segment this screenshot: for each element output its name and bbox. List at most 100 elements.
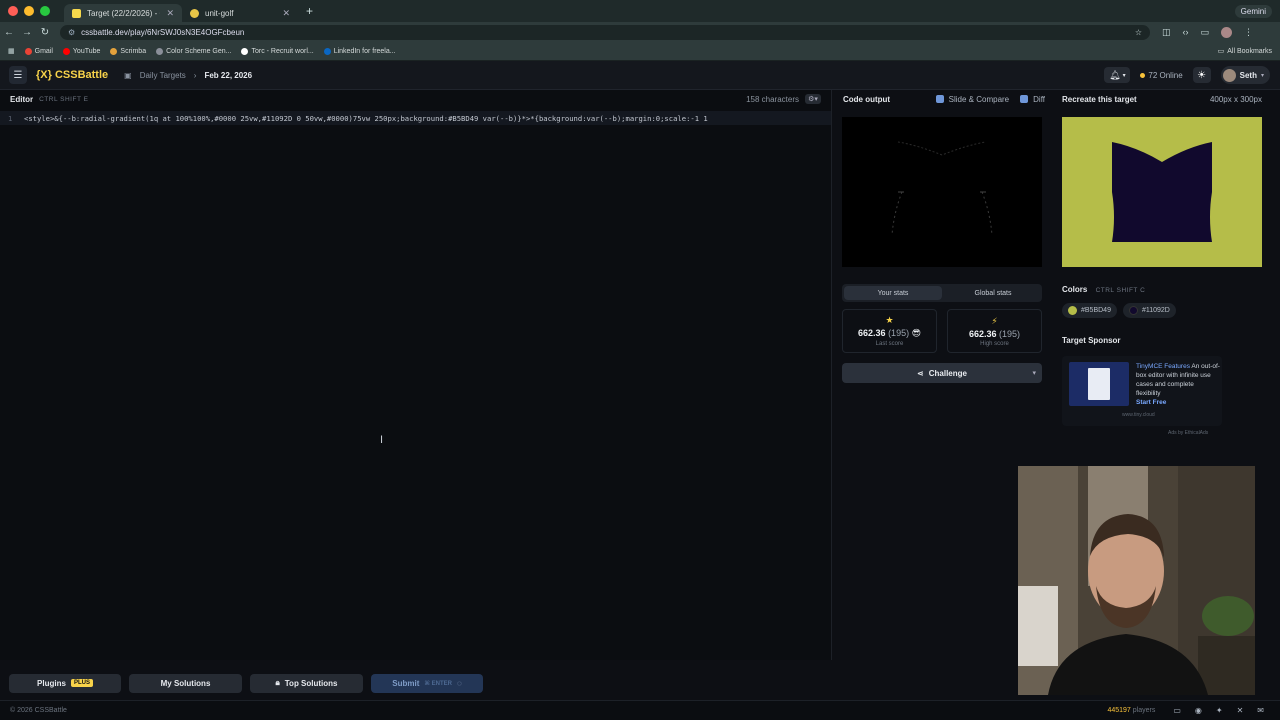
bookmark-star-icon[interactable]: ☆ bbox=[1135, 28, 1142, 37]
maximize-window-button[interactable] bbox=[40, 6, 50, 16]
sponsor-ad[interactable]: TinyMCE Features An out-of-box editor wi… bbox=[1062, 356, 1222, 426]
bookmark-linkedin[interactable]: LinkedIn for freela... bbox=[323, 47, 396, 55]
ads-by-label[interactable]: Ads by EthicalAds bbox=[1168, 430, 1208, 436]
my-solutions-button[interactable]: My Solutions bbox=[129, 673, 242, 693]
bookmark-scrimba[interactable]: Scrimba bbox=[110, 47, 146, 55]
apps-grid-icon[interactable]: ▦ bbox=[8, 47, 15, 55]
close-tab-icon[interactable]: ✕ bbox=[282, 8, 290, 19]
webcam-overlay bbox=[1018, 466, 1255, 695]
forward-icon[interactable]: → bbox=[18, 27, 36, 38]
cast-icon[interactable]: ▭ bbox=[1201, 27, 1210, 38]
chevron-down-icon: ▾ bbox=[1260, 72, 1264, 79]
menu-kebab-icon[interactable]: ⋮ bbox=[1244, 27, 1253, 38]
browser-tab-unit-golf[interactable]: unit-golf ✕ bbox=[182, 4, 298, 22]
back-icon[interactable]: ← bbox=[0, 27, 18, 38]
torc-icon bbox=[241, 47, 249, 55]
plus-badge: PLUS bbox=[70, 679, 93, 687]
code-text[interactable]: <style>&{--b:radial-gradient(1q at 100%1… bbox=[24, 114, 708, 123]
scrimba-icon bbox=[110, 47, 118, 55]
breadcrumb-daily-targets[interactable]: Daily Targets bbox=[140, 71, 186, 80]
theme-toggle-sun-icon[interactable]: ☀ bbox=[1192, 67, 1211, 83]
slide-compare-checkbox[interactable] bbox=[935, 95, 944, 103]
social-links: ▭ ◉ ✦ ✕ ✉ bbox=[1173, 706, 1264, 715]
last-score-value: 662.36 bbox=[858, 328, 886, 338]
challenge-button[interactable]: ⋖ Challenge ▾ bbox=[842, 363, 1042, 383]
user-menu[interactable]: Seth ▾ bbox=[1220, 66, 1270, 84]
high-score-chars: (195) bbox=[999, 328, 1021, 339]
code-output-preview[interactable] bbox=[842, 117, 1042, 267]
editor-footer: Plugins PLUS My Solutions 🔒︎ Top Solutio… bbox=[0, 670, 832, 696]
x-twitter-icon[interactable]: ✕ bbox=[1237, 706, 1244, 715]
lightning-icon: ⚡ bbox=[991, 315, 998, 326]
loading-spinner-icon: ◌ bbox=[456, 678, 462, 688]
character-count: 158 characters bbox=[746, 94, 799, 104]
bookmark-color-scheme[interactable]: Color Scheme Gen... bbox=[156, 47, 231, 55]
chevron-down-icon[interactable]: ▾ bbox=[1032, 369, 1036, 377]
linkedin-icon bbox=[323, 47, 331, 55]
extensions-icon[interactable]: ◫ bbox=[1162, 27, 1171, 38]
cssbattle-logo[interactable]: {X} CSSBattle bbox=[36, 69, 108, 81]
tab-global-stats[interactable]: Global stats bbox=[944, 284, 1042, 302]
text-cursor-icon: I bbox=[380, 434, 384, 446]
color-swatch-navy[interactable]: #11092D bbox=[1122, 303, 1176, 318]
ad-source: www.tiny.cloud bbox=[1122, 412, 1155, 418]
butterfly-icon[interactable]: ✦ bbox=[1216, 706, 1223, 715]
editor-title: Editor bbox=[10, 94, 34, 104]
webcam-person-image bbox=[1018, 466, 1255, 695]
devtools-icon[interactable]: ‹› bbox=[1183, 27, 1189, 37]
submit-button[interactable]: Submit ⌘ ENTER ◌ bbox=[371, 673, 483, 693]
bookmarks-bar: ▦ Gmail YouTube Scrimba Color Scheme Gen… bbox=[0, 42, 1280, 61]
minimize-window-button[interactable] bbox=[24, 6, 34, 16]
sponsor-heading: Target Sponsor bbox=[1062, 336, 1121, 345]
ad-title[interactable]: TinyMCE Features bbox=[1136, 363, 1190, 370]
diff-outline-preview bbox=[891, 141, 993, 236]
last-score-card: ★ 662.36 (195) 😎 Last score bbox=[842, 309, 937, 353]
share-icon: ⋖ bbox=[917, 368, 924, 378]
monitor-icon[interactable]: ▭ bbox=[1173, 706, 1181, 715]
target-dimensions: 400px x 300px bbox=[1209, 94, 1262, 104]
target-header: Recreate this target 400px x 300px bbox=[1052, 90, 1280, 108]
gemini-button[interactable]: Gemini bbox=[1234, 4, 1272, 18]
colors-shortcut: CTRL SHIFT C bbox=[1095, 287, 1146, 294]
editor-settings-gear-icon[interactable]: ⚙▾ bbox=[805, 94, 821, 104]
target-title: Recreate this target bbox=[1062, 94, 1137, 104]
bookmark-youtube[interactable]: YouTube bbox=[62, 47, 100, 55]
color-swatch-lime[interactable]: #B5BD49 bbox=[1062, 303, 1117, 318]
colors-heading: Colors CTRL SHIFT C bbox=[1062, 285, 1146, 294]
site-footer: © 2026 CSSBattle 445197 players ▭ ◉ ✦ ✕ … bbox=[0, 700, 1280, 720]
address-bar[interactable]: ⚙ cssbattle.dev/play/6NrSWJ0sN3E4OGFcbeu… bbox=[60, 24, 1150, 40]
close-tab-icon[interactable]: ✕ bbox=[166, 8, 174, 19]
close-window-button[interactable] bbox=[8, 6, 18, 16]
tab-title: Target (22/2/2026) - CSSBatt bbox=[87, 8, 160, 18]
high-score-value: 662.36 bbox=[968, 328, 997, 339]
notifications-button[interactable]: 🔔︎ ▾ bbox=[1104, 67, 1131, 83]
browser-tab-bar: Target (22/2/2026) - CSSBatt ✕ unit-golf… bbox=[0, 0, 1280, 22]
cool-face-icon: 😎 bbox=[911, 328, 921, 338]
swatch-dot bbox=[1128, 306, 1138, 315]
new-tab-button[interactable]: + bbox=[306, 4, 313, 18]
copyright: © 2026 CSSBattle bbox=[10, 707, 67, 714]
browser-tab-cssbattle[interactable]: Target (22/2/2026) - CSSBatt ✕ bbox=[64, 4, 182, 22]
gmail-icon bbox=[24, 47, 32, 55]
plugins-button[interactable]: Plugins PLUS bbox=[9, 673, 121, 693]
bookmark-torc[interactable]: Torc - Recruit worl... bbox=[241, 47, 314, 55]
submit-shortcut: ⌘ ENTER bbox=[424, 680, 452, 687]
reload-icon[interactable]: ↻ bbox=[36, 27, 54, 38]
profile-avatar[interactable] bbox=[1221, 26, 1233, 38]
players-count: 445197 players bbox=[1107, 707, 1156, 714]
code-line[interactable]: 1 <style>&{--b:radial-gradient(1q at 100… bbox=[0, 111, 831, 125]
cssbattle-favicon-icon bbox=[72, 8, 81, 18]
target-image[interactable] bbox=[1062, 117, 1262, 267]
bookmark-gmail[interactable]: Gmail bbox=[24, 47, 53, 55]
mail-icon[interactable]: ✉ bbox=[1257, 706, 1264, 715]
ad-image bbox=[1069, 362, 1129, 406]
top-solutions-button[interactable]: 🔒︎ Top Solutions bbox=[250, 673, 363, 693]
calendar-icon: ▣ bbox=[124, 70, 132, 80]
diff-checkbox[interactable] bbox=[1020, 95, 1029, 103]
all-bookmarks[interactable]: ▭ All Bookmarks bbox=[1218, 47, 1272, 56]
discord-icon[interactable]: ◉ bbox=[1195, 706, 1202, 715]
ad-cta[interactable]: Start Free bbox=[1136, 399, 1166, 406]
hamburger-menu-icon[interactable]: ☰ bbox=[9, 66, 27, 84]
site-info-icon[interactable]: ⚙ bbox=[68, 28, 75, 37]
tab-your-stats[interactable]: Your stats bbox=[844, 286, 942, 300]
